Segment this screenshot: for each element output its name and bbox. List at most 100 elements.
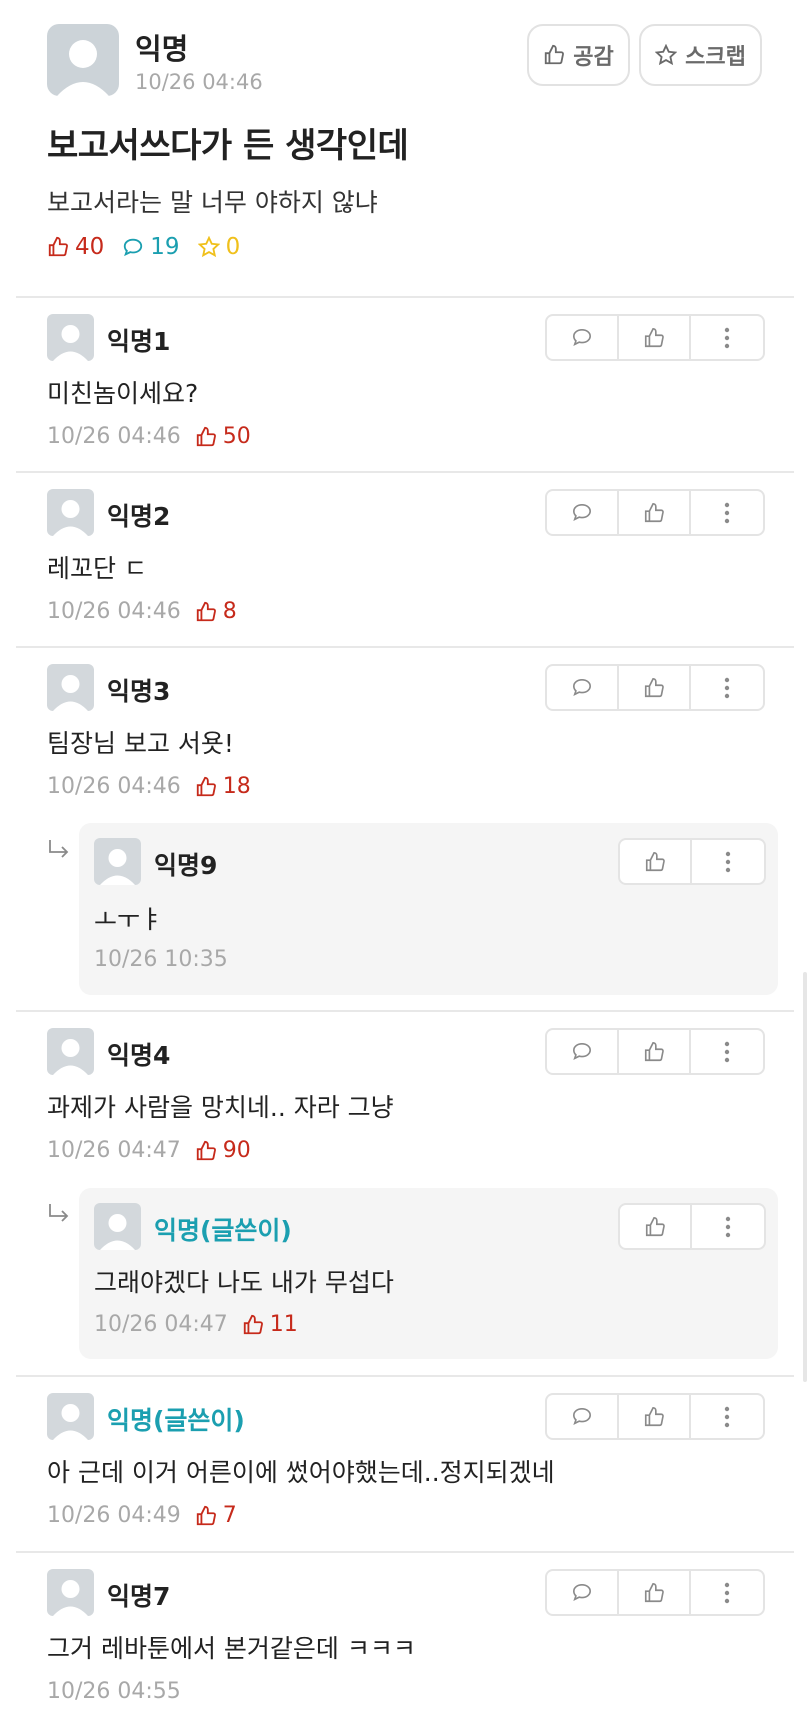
comment-author: 익명3: [107, 677, 171, 706]
comment-actions: [545, 489, 765, 536]
reply-avatar: [94, 838, 141, 885]
reply-button[interactable]: [547, 1571, 619, 1614]
like-comment-button[interactable]: [619, 491, 691, 534]
reply: 익명(글쓴이) 그래야겠다 나도 내가 무섭다 10/26 04:47 11: [79, 1188, 778, 1359]
more-button[interactable]: [691, 491, 763, 534]
comment-actions: [545, 314, 765, 361]
comment-time: 10/26 04:47: [47, 1138, 181, 1163]
comment-avatar: [47, 1569, 94, 1616]
comment-actions: [545, 1393, 765, 1440]
comment-like-count: 18: [195, 774, 251, 799]
thumbs-up-icon: [644, 1406, 664, 1426]
comment-author: 익명1: [107, 327, 171, 356]
comment: 익명3 팀장님 보고 서욧! 10/26 04:46 18 익명9 ㅗㅜㅑ 10…: [0, 648, 810, 1009]
speech-bubble-icon: [124, 238, 143, 257]
comment-text: 레꼬단 ㄷ: [47, 554, 147, 583]
comment-avatar: [47, 489, 94, 536]
reply-button[interactable]: [547, 491, 619, 534]
comment: 익명7 그거 레바툰에서 본거같은데 ㅋㅋㅋ 10/26 04:55: [0, 1553, 810, 1727]
like-comment-button[interactable]: [619, 666, 691, 709]
comment-like-count: 7: [195, 1503, 237, 1528]
star-icon: [655, 44, 678, 66]
more-button[interactable]: [692, 840, 764, 883]
thumbs-up-icon: [644, 327, 664, 347]
thumbs-up-icon: [196, 426, 216, 446]
more-button[interactable]: [692, 1205, 764, 1248]
comment-like-count: 8: [195, 599, 237, 624]
comment-actions: [545, 1569, 765, 1616]
default-avatar-icon: [53, 1580, 88, 1616]
comment-meta: 10/26 04:46 50: [47, 424, 251, 449]
comment-text: 팀장님 보고 서욧!: [47, 729, 234, 758]
reply-button[interactable]: [547, 316, 619, 359]
reply-time: 10/26 10:35: [94, 947, 228, 972]
like-comment-button[interactable]: [619, 1571, 691, 1614]
reply-actions: [618, 838, 766, 885]
speech-bubble-icon: [572, 328, 592, 346]
comment-avatar: [47, 314, 94, 361]
thumbs-up-icon: [644, 502, 664, 522]
scrap-count-value: 0: [225, 234, 241, 260]
comment-like-value: 8: [222, 599, 237, 624]
reply-text: 그래야겠다 나도 내가 무섭다: [94, 1268, 394, 1297]
like-comment-button[interactable]: [619, 1395, 691, 1438]
scrap-button[interactable]: 스크랩: [639, 24, 762, 86]
comment-actions: [545, 1028, 765, 1075]
comment-meta: 10/26 04:46 18: [47, 774, 251, 799]
more-button[interactable]: [691, 1395, 763, 1438]
comment-like-count: 50: [195, 424, 251, 449]
comment-time: 10/26 04:55: [47, 1679, 181, 1704]
default-avatar-icon: [53, 325, 88, 361]
comment: 익명1 미친놈이세요? 10/26 04:46 50: [0, 298, 810, 471]
like-reply-button[interactable]: [620, 1205, 692, 1248]
like-comment-button[interactable]: [619, 1030, 691, 1073]
more-vertical-icon: [725, 851, 731, 872]
comment-time: 10/26 04:49: [47, 1503, 181, 1528]
default-avatar-icon: [53, 500, 88, 536]
reply-arrow-icon: [49, 840, 69, 858]
more-button[interactable]: [691, 1030, 763, 1073]
more-button[interactable]: [691, 1571, 763, 1614]
comment-actions: [545, 664, 765, 711]
speech-bubble-icon: [572, 1583, 592, 1601]
speech-bubble-icon: [572, 503, 592, 521]
reply-like-count: 11: [242, 1312, 298, 1337]
default-avatar-icon: [53, 1039, 88, 1075]
speech-bubble-icon: [572, 1042, 592, 1060]
like-comment-button[interactable]: [619, 316, 691, 359]
reply-button[interactable]: [547, 1030, 619, 1073]
more-vertical-icon: [724, 502, 730, 523]
comment-meta: 10/26 04:47 90: [47, 1138, 251, 1163]
like-button[interactable]: 공감: [527, 24, 630, 86]
comment-avatar: [47, 1028, 94, 1075]
more-vertical-icon: [724, 1582, 730, 1603]
comment-author: 익명7: [107, 1582, 171, 1611]
comment-like-value: 18: [222, 774, 251, 799]
reply-button[interactable]: [547, 666, 619, 709]
reply-time: 10/26 04:47: [94, 1312, 228, 1337]
reply-author-op: 익명(글쓴이): [154, 1216, 292, 1245]
comment-time: 10/26 04:46: [47, 774, 181, 799]
more-button[interactable]: [691, 316, 763, 359]
thumbs-up-icon: [645, 1216, 665, 1236]
more-vertical-icon: [724, 327, 730, 348]
comment-count: 19: [122, 234, 180, 260]
thumbs-up-icon: [644, 1041, 664, 1061]
like-reply-button[interactable]: [620, 840, 692, 883]
comment: 익명(글쓴이) 아 근데 이거 어른이에 썼어야했는데..정지되겠네 10/26…: [0, 1377, 810, 1550]
speech-bubble-icon: [572, 1407, 592, 1425]
comment-time: 10/26 04:46: [47, 424, 181, 449]
post-time: 10/26 04:46: [135, 70, 263, 94]
post-stats: 40 19 0: [47, 234, 240, 260]
comment-text: 그거 레바툰에서 본거같은데 ㅋㅋㅋ: [47, 1634, 416, 1663]
scrollbar[interactable]: [803, 972, 807, 1382]
thumbs-up-icon: [243, 1314, 263, 1334]
reply-actions: [618, 1203, 766, 1250]
default-avatar-icon: [53, 675, 88, 711]
thumbs-up-icon: [644, 1582, 664, 1602]
like-count: 40: [47, 234, 104, 260]
comment-text: 과제가 사람을 망치네.. 자라 그냥: [47, 1093, 394, 1122]
like-button-label: 공감: [573, 45, 614, 70]
more-button[interactable]: [691, 666, 763, 709]
reply-button[interactable]: [547, 1395, 619, 1438]
